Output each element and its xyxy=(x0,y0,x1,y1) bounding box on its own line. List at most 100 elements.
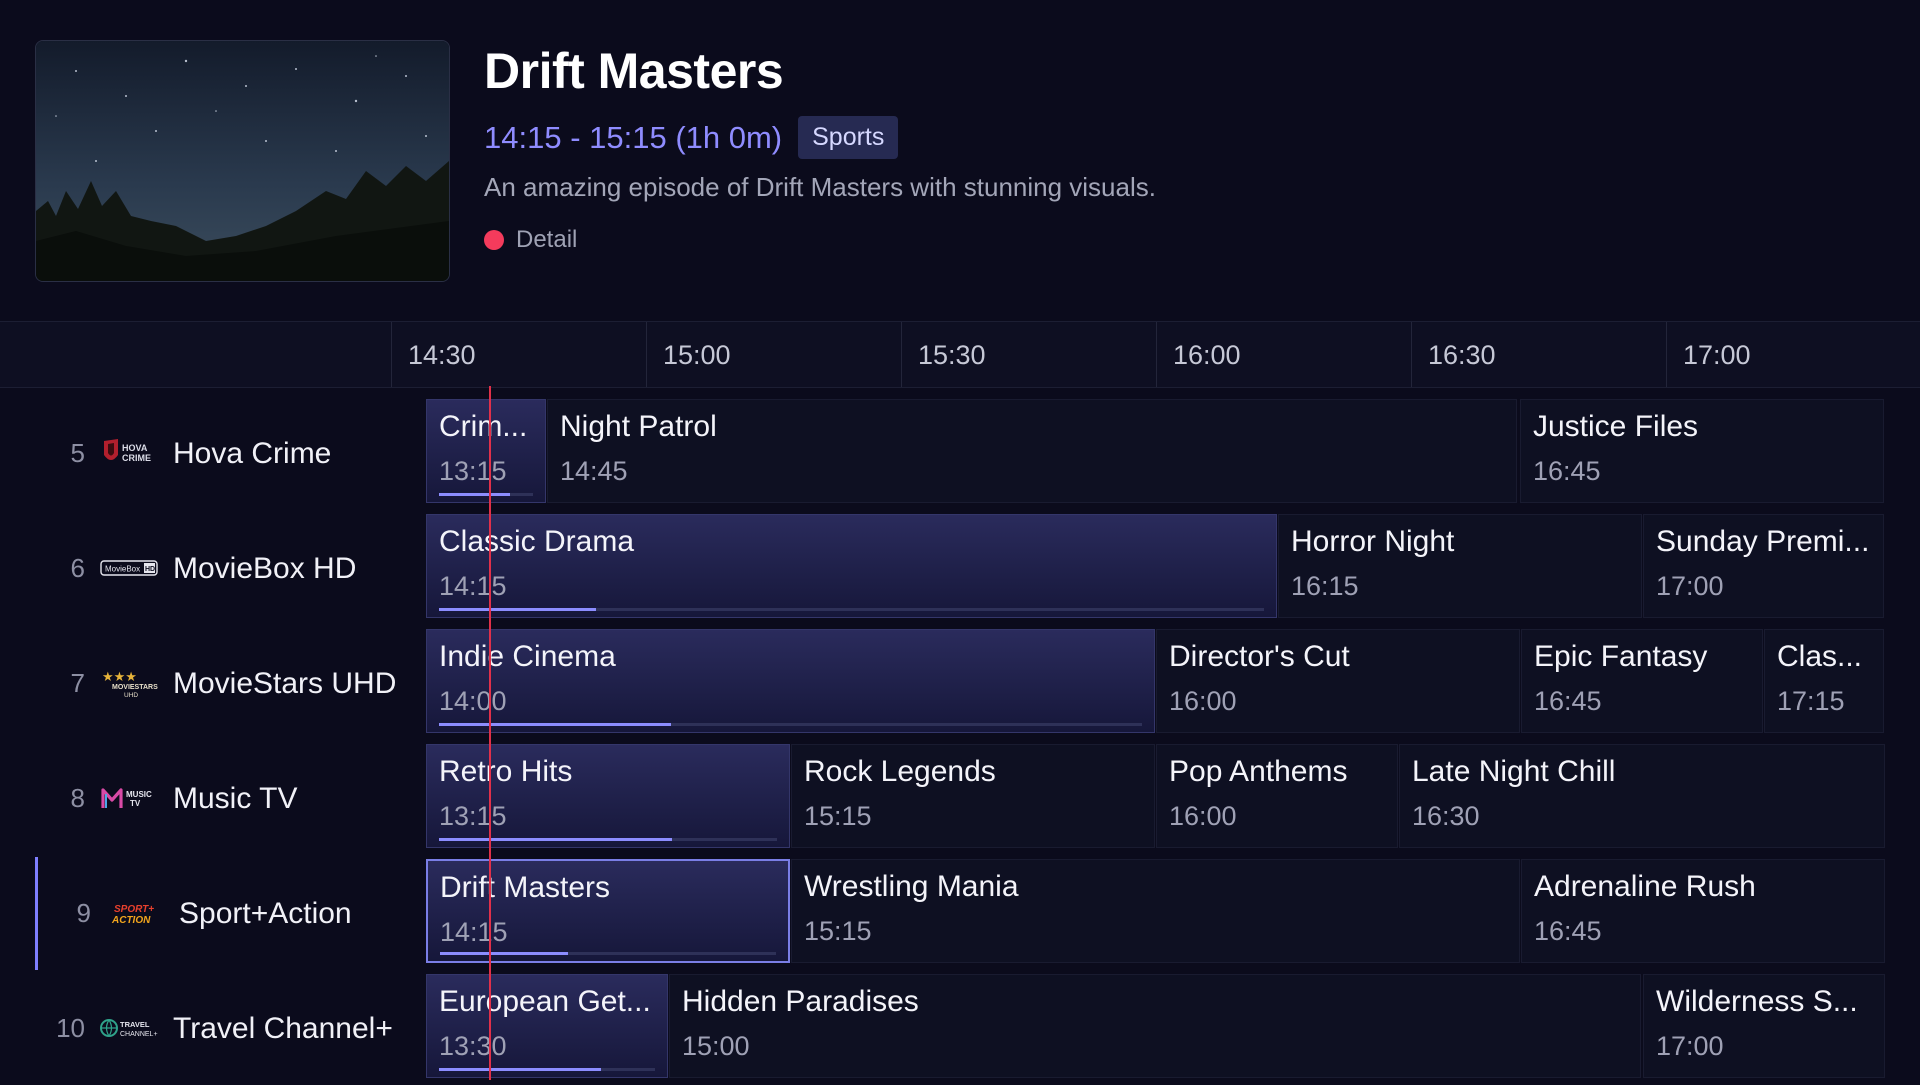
channel-row[interactable]: 8 MUSIC TV Music TV Retro Hits 13:15 Rock Lege… xyxy=(35,742,1885,855)
svg-text:ACTION: ACTION xyxy=(111,915,151,926)
program-cell-time: 13:15 xyxy=(439,456,507,486)
program-cell-title: Sunday Premi... xyxy=(1656,525,1870,558)
svg-text:CRIME: CRIME xyxy=(122,453,151,463)
channel-row[interactable]: 7 ★★★ MOVIESTARS UHD MovieStars UHD Indie Cin… xyxy=(35,627,1885,740)
genre-badge: Sports xyxy=(798,116,899,159)
program-cell[interactable]: Retro Hits 13:15 xyxy=(426,744,790,848)
program-cell[interactable]: Horror Night 16:15 xyxy=(1278,514,1642,618)
time-slot-label: 16:30 xyxy=(1411,322,1666,387)
program-cell[interactable]: Adrenaline Rush 16:45 xyxy=(1521,859,1885,963)
channel-row[interactable]: 6 MovieBox HD MovieBox HD Classic Drama 14:15… xyxy=(35,512,1885,625)
program-cell-time: 13:30 xyxy=(439,1031,507,1061)
channel-name: Sport+Action xyxy=(179,897,352,930)
channel-name: Music TV xyxy=(173,782,298,815)
program-meta: 14:15 - 15:15 (1h 0m) Sports xyxy=(484,116,899,159)
travel-channel-logo: TRAVEL CHANNEL+ xyxy=(100,1012,158,1044)
program-cell[interactable]: Epic Fantasy 16:45 xyxy=(1521,629,1763,733)
program-cell-time: 14:15 xyxy=(440,917,508,947)
program-info-header: Drift Masters 14:15 - 15:15 (1h 0m) Spor… xyxy=(0,0,1920,320)
epg-grid: 5 HOVA CRIME Hova Crime Crim... 13:15 Night Pa… xyxy=(0,387,1920,1080)
program-cell[interactable]: Director's Cut 16:00 xyxy=(1156,629,1520,733)
program-cell[interactable]: Hidden Paradises 15:00 xyxy=(669,974,1641,1078)
program-progress-bar xyxy=(439,1068,655,1071)
channel-row[interactable]: 9 SPORT+ ACTION Sport+Action Drift Masters 14… xyxy=(35,857,1885,970)
channel-info[interactable]: 9 SPORT+ ACTION Sport+Action xyxy=(35,857,423,970)
program-cell[interactable]: Drift Masters 14:15 xyxy=(426,859,790,963)
program-cell[interactable]: Pop Anthems 16:00 xyxy=(1156,744,1398,848)
program-cell-time: 16:45 xyxy=(1533,456,1601,486)
program-progress-fill xyxy=(440,952,568,955)
program-cell-time: 16:45 xyxy=(1534,686,1602,716)
program-cell-time: 14:00 xyxy=(439,686,507,716)
program-cell-time: 14:45 xyxy=(560,456,628,486)
svg-text:HOVA: HOVA xyxy=(122,443,148,453)
program-cell-time: 13:15 xyxy=(439,801,507,831)
program-progress-fill xyxy=(439,1068,601,1071)
program-cell-title: Horror Night xyxy=(1291,525,1455,558)
channel-number: 7 xyxy=(70,668,85,698)
channel-info[interactable]: 10 TRAVEL CHANNEL+ Travel Channel+ xyxy=(35,972,423,1085)
program-description: An amazing episode of Drift Masters with… xyxy=(484,172,1156,202)
channel-row[interactable]: 10 TRAVEL CHANNEL+ Travel Channel+ European … xyxy=(35,972,1885,1085)
program-cell-time: 17:15 xyxy=(1777,686,1845,716)
program-progress-bar xyxy=(439,608,1264,611)
program-cell-time: 15:15 xyxy=(804,801,872,831)
channel-number: 6 xyxy=(70,553,85,583)
program-cell-title: European Get... xyxy=(439,985,651,1018)
time-ruler: 14:30 15:00 15:30 16:00 16:30 17:00 xyxy=(0,321,1920,388)
program-cell-title: Justice Files xyxy=(1533,410,1699,443)
music-tv-logo: MUSIC TV xyxy=(100,782,158,814)
program-cell-title: Clas... xyxy=(1777,640,1863,673)
program-cell-title: Indie Cinema xyxy=(439,640,616,673)
program-cell[interactable]: Rock Legends 15:15 xyxy=(791,744,1155,848)
program-cell-time: 16:00 xyxy=(1169,801,1237,831)
svg-text:TRAVEL: TRAVEL xyxy=(120,1020,150,1029)
svg-text:MOVIESTARS: MOVIESTARS xyxy=(112,684,158,691)
svg-text:★★★: ★★★ xyxy=(102,670,137,685)
svg-text:CHANNEL+: CHANNEL+ xyxy=(120,1031,158,1038)
program-cell-time: 14:15 xyxy=(439,571,507,601)
program-cell-time: 16:30 xyxy=(1412,801,1480,831)
channel-info[interactable]: 7 ★★★ MOVIESTARS UHD MovieStars UHD xyxy=(35,627,423,740)
time-slot-label: 16:00 xyxy=(1156,322,1411,387)
program-cell-time: 16:00 xyxy=(1169,686,1237,716)
current-time-indicator xyxy=(489,386,491,1080)
program-cell[interactable]: Crim... 13:15 xyxy=(426,399,546,503)
program-cell-title: Director's Cut xyxy=(1169,640,1350,673)
channel-info[interactable]: 6 MovieBox HD MovieBox HD xyxy=(35,512,423,625)
channel-number: 8 xyxy=(70,783,85,813)
program-cell[interactable]: Night Patrol 14:45 xyxy=(547,399,1517,503)
program-cell-time: 16:15 xyxy=(1291,571,1359,601)
program-cell[interactable]: Late Night Chill 16:30 xyxy=(1399,744,1885,848)
sport-action-logo: SPORT+ ACTION xyxy=(106,897,164,929)
program-cell[interactable]: Sunday Premi... 17:00 xyxy=(1643,514,1884,618)
svg-text:UHD: UHD xyxy=(124,692,138,699)
channel-info[interactable]: 8 MUSIC TV Music TV xyxy=(35,742,423,855)
program-cell[interactable]: Justice Files 16:45 xyxy=(1520,399,1884,503)
time-slot-label: 17:00 xyxy=(1666,322,1920,387)
program-cell[interactable]: Indie Cinema 14:00 xyxy=(426,629,1155,733)
channel-row[interactable]: 5 HOVA CRIME Hova Crime Crim... 13:15 Night Pa… xyxy=(35,397,1885,510)
channel-name: MovieStars UHD xyxy=(173,667,397,700)
detail-button[interactable]: Detail xyxy=(484,226,577,254)
program-cell-time: 17:00 xyxy=(1656,571,1724,601)
channel-info[interactable]: 5 HOVA CRIME Hova Crime xyxy=(35,397,423,510)
moviebox-hd-logo: MovieBox HD xyxy=(100,552,158,584)
program-progress-fill xyxy=(439,493,510,496)
program-cell[interactable]: Clas... 17:15 xyxy=(1764,629,1884,733)
hova-crime-logo: HOVA CRIME xyxy=(100,437,158,469)
program-cell[interactable]: European Get... 13:30 xyxy=(426,974,668,1078)
channel-name: Hova Crime xyxy=(173,437,332,470)
program-cell-time: 15:00 xyxy=(682,1031,750,1061)
channel-number: 5 xyxy=(70,438,85,468)
program-cell[interactable]: Classic Drama 14:15 xyxy=(426,514,1277,618)
program-cell-title: Hidden Paradises xyxy=(682,985,919,1018)
program-thumbnail xyxy=(35,40,450,282)
svg-text:SPORT+: SPORT+ xyxy=(114,904,154,915)
program-cell-title: Adrenaline Rush xyxy=(1534,870,1756,903)
svg-text:MUSIC: MUSIC xyxy=(126,790,152,799)
program-cell[interactable]: Wilderness S... 17:00 xyxy=(1643,974,1885,1078)
svg-text:TV: TV xyxy=(130,799,141,808)
program-cell[interactable]: Wrestling Mania 15:15 xyxy=(791,859,1520,963)
program-progress-fill xyxy=(439,838,673,841)
